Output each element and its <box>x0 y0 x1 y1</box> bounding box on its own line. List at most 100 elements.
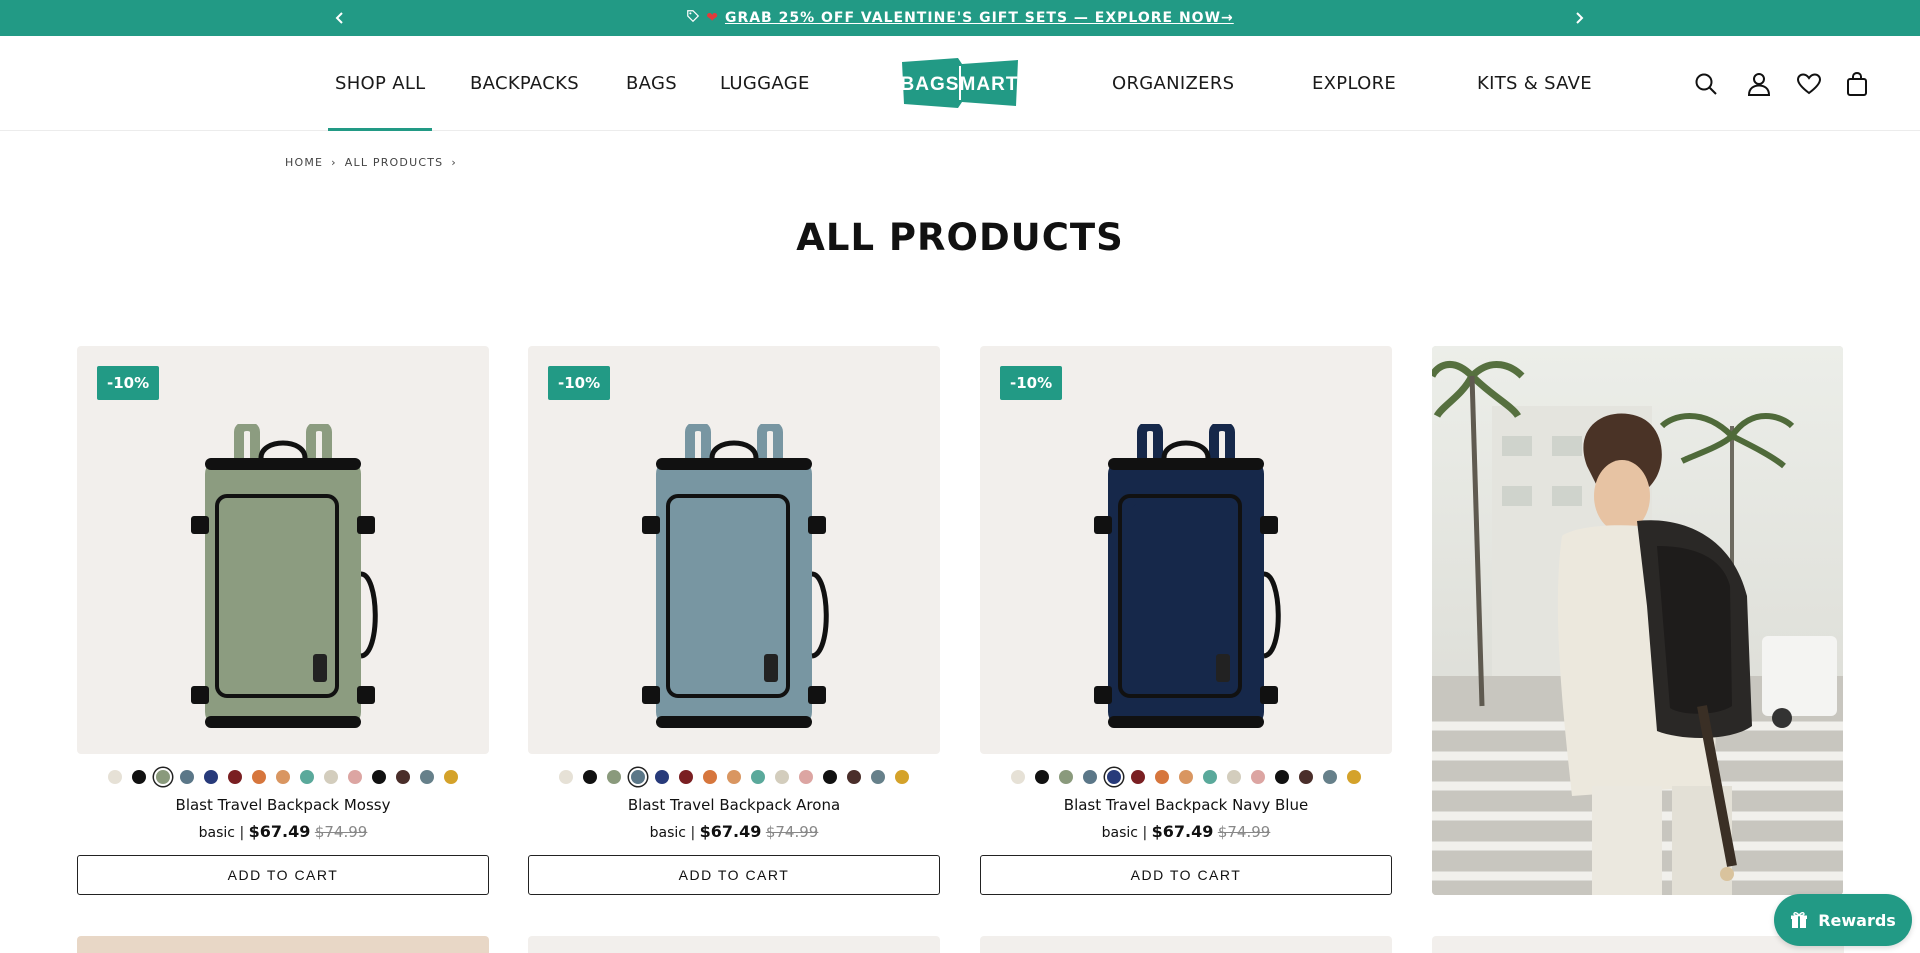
next-product-card-peek <box>77 936 489 953</box>
color-swatch[interactable] <box>1275 770 1289 784</box>
color-swatch[interactable] <box>108 770 122 784</box>
account-icon <box>1747 73 1771 96</box>
color-swatch[interactable] <box>444 770 458 784</box>
nav-explore[interactable]: EXPLORE <box>1312 36 1396 131</box>
color-swatch[interactable] <box>420 770 434 784</box>
cart-button[interactable] <box>1843 70 1871 98</box>
tag-icon <box>686 9 700 27</box>
announcement-link[interactable]: GRAB 25% OFF VALENTINE'S GIFT SETS — EXP… <box>725 10 1234 26</box>
color-swatch[interactable] <box>727 770 741 784</box>
product-card: -10% Blast Travel Backpack Navy Blue bas… <box>980 346 1392 895</box>
next-product-card-peek <box>980 936 1392 953</box>
color-swatch[interactable] <box>607 770 621 784</box>
color-swatch[interactable] <box>775 770 789 784</box>
product-image[interactable]: -10% <box>77 346 489 754</box>
wishlist-button[interactable] <box>1795 70 1823 98</box>
brand-logo[interactable]: BAGS MART <box>898 54 1022 112</box>
color-swatch[interactable] <box>396 770 410 784</box>
sale-price: $67.49 <box>699 822 762 841</box>
color-swatch[interactable] <box>631 770 645 784</box>
cart-icon <box>1847 71 1867 96</box>
color-swatches <box>77 768 489 786</box>
color-swatch[interactable] <box>1203 770 1217 784</box>
color-swatch[interactable] <box>1251 770 1265 784</box>
color-swatch[interactable] <box>583 770 597 784</box>
nav-luggage[interactable]: LUGGAGE <box>720 36 810 131</box>
product-name[interactable]: Blast Travel Backpack Mossy <box>77 796 489 814</box>
breadcrumb-home[interactable]: HOME <box>285 156 323 169</box>
next-product-card-peek <box>528 936 940 953</box>
color-swatch[interactable] <box>823 770 837 784</box>
color-swatch[interactable] <box>1011 770 1025 784</box>
color-swatch[interactable] <box>372 770 386 784</box>
color-swatch[interactable] <box>559 770 573 784</box>
color-swatch[interactable] <box>1155 770 1169 784</box>
color-swatch[interactable] <box>1179 770 1193 784</box>
color-swatch[interactable] <box>847 770 861 784</box>
color-swatch[interactable] <box>300 770 314 784</box>
announcement-bar: ❤ GRAB 25% OFF VALENTINE'S GIFT SETS — E… <box>0 0 1920 36</box>
search-button[interactable] <box>1692 70 1720 98</box>
variant-label: basic <box>198 825 236 841</box>
breadcrumb-separator: › <box>451 156 457 169</box>
discount-badge: -10% <box>1000 366 1063 400</box>
product-image[interactable]: -10% <box>980 346 1392 754</box>
color-swatch[interactable] <box>751 770 765 784</box>
color-swatch[interactable] <box>132 770 146 784</box>
nav-kits-save[interactable]: KITS & SAVE <box>1477 36 1592 131</box>
color-swatch[interactable] <box>655 770 669 784</box>
original-price: $74.99 <box>314 823 368 841</box>
original-price: $74.99 <box>765 823 819 841</box>
add-to-cart-button[interactable]: ADD TO CART <box>77 855 489 895</box>
announcement-message: ❤ GRAB 25% OFF VALENTINE'S GIFT SETS — E… <box>0 0 1920 36</box>
sale-price: $67.49 <box>248 822 311 841</box>
sale-price: $67.49 <box>1151 822 1214 841</box>
color-swatch[interactable] <box>1347 770 1361 784</box>
color-swatch[interactable] <box>1299 770 1313 784</box>
nav-backpacks[interactable]: BACKPACKS <box>470 36 579 131</box>
color-swatch[interactable] <box>252 770 266 784</box>
color-swatch[interactable] <box>703 770 717 784</box>
color-swatch[interactable] <box>1323 770 1337 784</box>
variant-label: basic <box>649 825 687 841</box>
nav-bags[interactable]: BAGS <box>626 36 677 131</box>
variant-label: basic <box>1101 825 1139 841</box>
color-swatch[interactable] <box>228 770 242 784</box>
color-swatch[interactable] <box>204 770 218 784</box>
svg-text:BAGS: BAGS <box>901 74 960 95</box>
color-swatch[interactable] <box>276 770 290 784</box>
add-to-cart-button[interactable]: ADD TO CART <box>528 855 940 895</box>
color-swatch[interactable] <box>1107 770 1121 784</box>
lifestyle-promo-image[interactable] <box>1432 346 1843 895</box>
color-swatch[interactable] <box>1227 770 1241 784</box>
discount-badge: -10% <box>97 366 160 400</box>
product-image[interactable]: -10% <box>528 346 940 754</box>
color-swatch[interactable] <box>348 770 362 784</box>
color-swatch[interactable] <box>1059 770 1073 784</box>
product-card: -10% Blast Travel Backpack Mossy basic |… <box>77 346 489 895</box>
color-swatch[interactable] <box>1035 770 1049 784</box>
nav-organizers[interactable]: ORGANIZERS <box>1112 36 1234 131</box>
color-swatch[interactable] <box>1083 770 1097 784</box>
color-swatch[interactable] <box>324 770 338 784</box>
site-header: SHOP ALL BACKPACKS BAGS LUGGAGE BAGS MAR… <box>0 36 1920 131</box>
wishlist-icon <box>1796 73 1822 95</box>
color-swatch[interactable] <box>156 770 170 784</box>
color-swatch[interactable] <box>679 770 693 784</box>
announcement-next-button[interactable] <box>1567 6 1591 30</box>
add-to-cart-button[interactable]: ADD TO CART <box>980 855 1392 895</box>
search-icon <box>1695 73 1717 95</box>
rewards-button[interactable]: Rewards <box>1774 894 1912 946</box>
color-swatch[interactable] <box>895 770 909 784</box>
nav-shop-all[interactable]: SHOP ALL <box>327 36 434 131</box>
color-swatch[interactable] <box>799 770 813 784</box>
account-button[interactable] <box>1745 70 1773 98</box>
color-swatch[interactable] <box>1131 770 1145 784</box>
rewards-label: Rewards <box>1818 910 1896 930</box>
heart-emoji-icon: ❤ <box>706 10 719 26</box>
breadcrumb-all-products[interactable]: ALL PRODUCTS <box>345 156 444 169</box>
color-swatch[interactable] <box>180 770 194 784</box>
product-name[interactable]: Blast Travel Backpack Navy Blue <box>980 796 1392 814</box>
color-swatch[interactable] <box>871 770 885 784</box>
product-name[interactable]: Blast Travel Backpack Arona <box>528 796 940 814</box>
